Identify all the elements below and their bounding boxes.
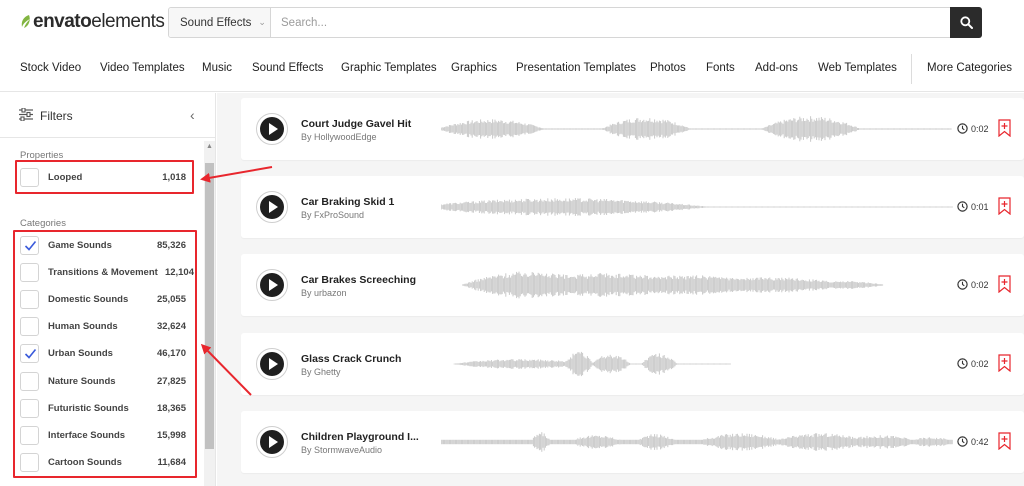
categories-heading: Categories [20,218,66,229]
track-title[interactable]: Court Judge Gavel Hit [301,118,411,130]
play-button[interactable] [256,269,288,301]
nav-item-stock-video[interactable]: Stock Video [20,62,81,74]
search-category-select[interactable]: Sound Effects ⌄ [169,8,271,37]
top-bar: envato elements Sound Effects ⌄ [0,0,1024,46]
track-duration: 0:02 [971,280,989,290]
nav-item-more-categories[interactable]: More Categories [927,62,1012,74]
track-card[interactable]: Glass Crack Crunch By Ghetty 0:02 [241,333,1024,395]
envato-leaf-icon [21,15,30,28]
clock-icon [957,279,968,290]
filters-title: Filters [40,109,73,123]
track-author[interactable]: By urbazon [301,288,347,298]
waveform[interactable] [441,187,953,227]
scroll-up-arrow-icon[interactable]: ▲ [206,143,213,150]
track-title[interactable]: Glass Crack Crunch [301,353,401,365]
sidebar-scrollbar[interactable]: ▲ [204,141,215,486]
waveform[interactable] [441,422,953,462]
waveform[interactable] [441,109,953,149]
bookmark-plus-icon[interactable] [998,119,1011,137]
highlight-box-categories [13,230,197,478]
search-icon [959,16,973,29]
category-nav: Stock Video Video Templates Music Sound … [0,46,1024,92]
track-title[interactable]: Children Playground I... [301,431,419,443]
clock-icon [957,201,968,212]
brand-name: envato [33,11,92,32]
waveform[interactable] [441,265,953,305]
track-author[interactable]: By StormwaveAudio [301,445,382,455]
nav-item-graphics[interactable]: Graphics [451,62,497,74]
nav-divider [911,54,912,84]
nav-item-presentation-templates[interactable]: Presentation Templates [516,62,636,74]
chevron-left-icon[interactable]: ‹ [190,107,195,123]
bookmark-plus-icon[interactable] [998,354,1011,372]
search-category-value: Sound Effects [180,16,252,29]
nav-item-sound-effects[interactable]: Sound Effects [252,62,323,74]
nav-item-video-templates[interactable]: Video Templates [100,62,185,74]
nav-item-photos[interactable]: Photos [650,62,686,74]
clock-icon [957,123,968,134]
track-duration: 0:02 [971,124,989,134]
search-input[interactable] [271,8,950,37]
highlight-box-properties [15,160,194,194]
filters-header: Filters ‹ [0,93,215,138]
nav-item-web-templates[interactable]: Web Templates [818,62,897,74]
bookmark-plus-icon[interactable] [998,432,1011,450]
track-card[interactable]: Car Brakes Screeching By urbazon 0:02 [241,254,1024,316]
track-duration: 0:01 [971,202,989,212]
track-author[interactable]: By Ghetty [301,367,341,377]
search-button[interactable] [950,7,982,38]
track-list: Court Judge Gavel Hit By HollywoodEdge 0… [217,93,1024,486]
track-duration: 0:42 [971,437,989,447]
track-title[interactable]: Car Braking Skid 1 [301,196,394,208]
track-author[interactable]: By HollywoodEdge [301,132,377,142]
scrollbar-thumb[interactable] [205,163,214,449]
nav-item-music[interactable]: Music [202,62,232,74]
play-button[interactable] [256,426,288,458]
track-card[interactable]: Court Judge Gavel Hit By HollywoodEdge 0… [241,98,1024,160]
chevron-down-icon: ⌄ [258,17,266,27]
track-author[interactable]: By FxProSound [301,210,364,220]
track-duration: 0:02 [971,359,989,369]
play-button[interactable] [256,191,288,223]
clock-icon [957,436,968,447]
play-button[interactable] [256,113,288,145]
bookmark-plus-icon[interactable] [998,197,1011,215]
envato-elements-logo[interactable]: envato elements [20,11,165,33]
page: envatoelements Sound Effects ⌄ Stock Vid… [0,0,1024,486]
nav-item-graphic-templates[interactable]: Graphic Templates [341,62,437,74]
waveform[interactable] [441,344,953,384]
brand-suffix: elements [91,11,165,32]
nav-item-fonts[interactable]: Fonts [706,62,735,74]
play-icon [260,195,284,219]
play-icon [260,352,284,376]
play-button[interactable] [256,348,288,380]
search-bar: Sound Effects ⌄ [168,7,982,38]
bookmark-plus-icon[interactable] [998,275,1011,293]
track-card[interactable]: Car Braking Skid 1 By FxProSound 0:01 [241,176,1024,238]
play-icon [260,430,284,454]
play-icon [260,117,284,141]
track-title[interactable]: Car Brakes Screeching [301,274,416,286]
nav-item-add-ons[interactable]: Add-ons [755,62,798,74]
sliders-icon [19,108,33,121]
clock-icon [957,358,968,369]
play-icon [260,273,284,297]
track-card[interactable]: Children Playground I... By StormwaveAud… [241,411,1024,473]
